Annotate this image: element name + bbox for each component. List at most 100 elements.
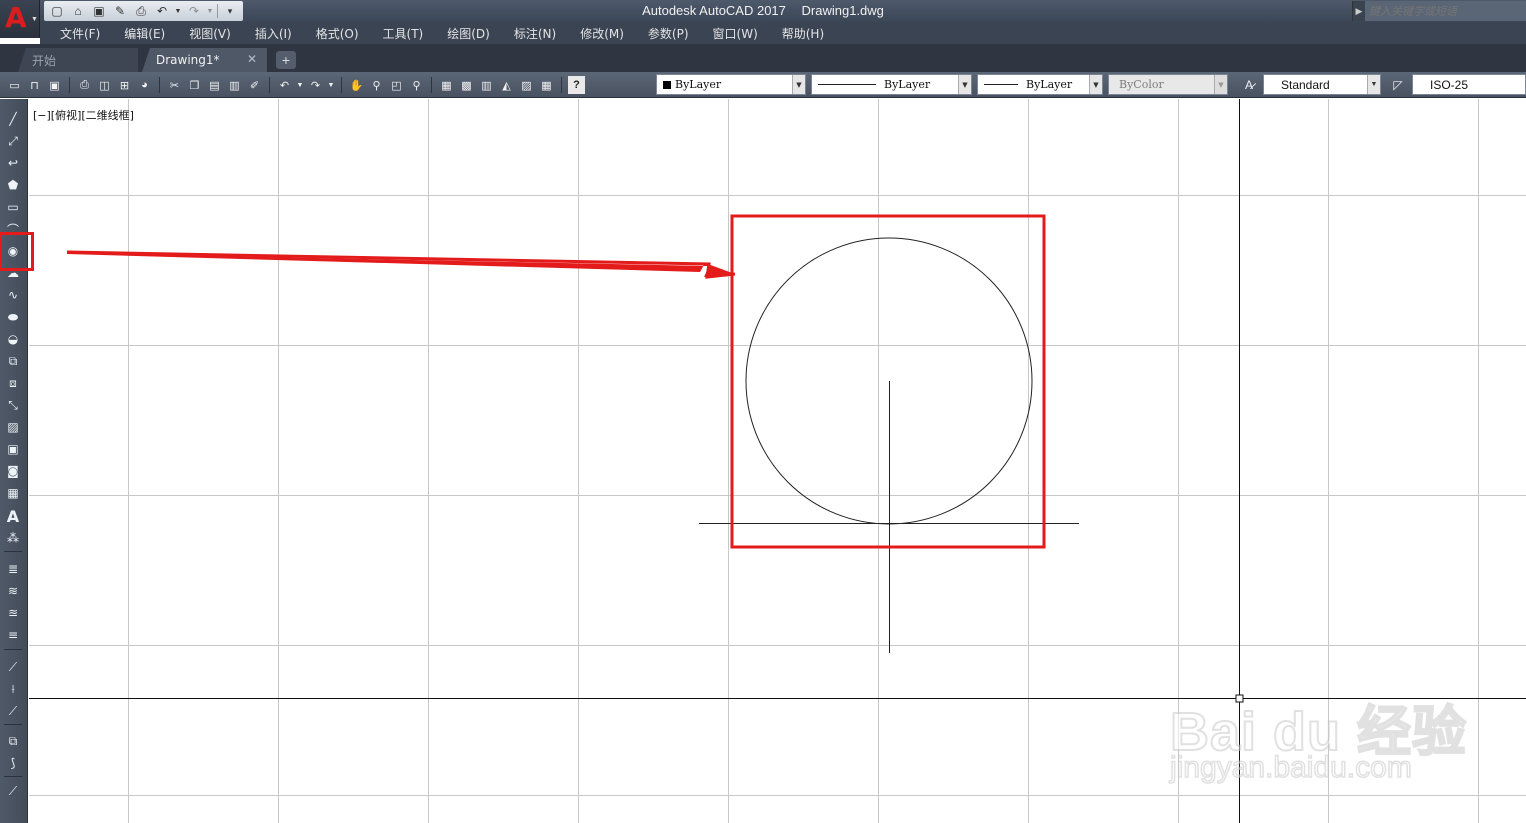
add-selected-icon[interactable]: ⁂ (3, 529, 23, 547)
menu-view[interactable]: 视图(V) (177, 25, 243, 42)
zoom-window-icon[interactable]: ◰ (388, 76, 405, 94)
cut-icon[interactable]: ✂ (166, 76, 183, 94)
zoom-previous-icon[interactable]: ⚲ (408, 76, 425, 94)
color-control-dropdown[interactable]: ByLayer ▼ (656, 74, 806, 95)
group-tool-icon[interactable]: ⧉ (3, 732, 23, 750)
tab-start[interactable]: 开始 (18, 48, 138, 72)
open-icon[interactable]: ⊓ (26, 76, 43, 94)
draw-modify-toolbar: ╱ ⤢ ↩ ⬟ ▭ ⌒ ◉ ☁ ∿ ⬬ ◒ ⧉ ⧈ ⤡ ▨ ▣ ◙ ▦ A ⁂ … (0, 99, 28, 823)
open-file-icon[interactable]: ⌂ (69, 3, 87, 19)
close-tab-icon[interactable]: ✕ (247, 52, 257, 66)
ellipse-tool-icon[interactable]: ⬬ (3, 308, 23, 326)
viewport-controls-label[interactable]: [−][俯视][二维线框] (33, 107, 134, 123)
line-tool-icon[interactable]: ╱ (3, 110, 23, 128)
menu-draw[interactable]: 绘图(D) (435, 25, 502, 42)
copy-icon[interactable]: ❐ (186, 76, 203, 94)
region-tool-icon[interactable]: ◙ (3, 462, 23, 480)
plot-toolbar-icon[interactable]: ⎙ (76, 76, 93, 94)
plotstyle-control-dropdown[interactable]: ByColor ▼ (1108, 74, 1228, 95)
dim-arc-icon[interactable]: ⟋ (3, 702, 23, 720)
ucs-axes (29, 99, 1526, 823)
lineweight-control-dropdown[interactable]: ByLayer ▼ (977, 74, 1103, 95)
redo-dropdown-icon[interactable]: ▼ (206, 3, 214, 19)
toolbar-separator (69, 77, 70, 93)
qnew-icon[interactable]: ▭ (6, 76, 23, 94)
menu-edit[interactable]: 编辑(E) (112, 25, 177, 42)
chevron-down-icon: ▼ (1214, 75, 1227, 94)
menu-help[interactable]: 帮助(H) (770, 25, 836, 42)
tool-palettes-icon[interactable]: ▥ (478, 76, 495, 94)
dimension-style-dropdown[interactable]: ISO-25 (1412, 74, 1526, 95)
calculator-icon[interactable]: ▦ (538, 76, 555, 94)
menu-format[interactable]: 格式(O) (304, 25, 371, 42)
linetype-control-dropdown[interactable]: ByLayer ▼ (811, 74, 972, 95)
match-properties-icon[interactable]: ✐ (246, 76, 263, 94)
new-tab-button[interactable]: + (276, 51, 296, 69)
text-style-icon[interactable]: A̷ (1238, 74, 1260, 95)
save-icon[interactable]: ▣ (90, 3, 108, 19)
redo-toolbar-icon[interactable]: ↷ (307, 76, 324, 94)
application-menu-button[interactable]: A ▼ (0, 0, 40, 38)
multiline-text-icon[interactable]: A (3, 507, 23, 526)
layer-properties-icon[interactable]: ≣ (3, 560, 23, 578)
save-as-icon[interactable]: ✎ (111, 3, 129, 19)
point-tool-icon[interactable]: ⤡ (3, 396, 23, 414)
table-tool-icon[interactable]: ▦ (3, 484, 23, 502)
undo-dropdown-icon[interactable]: ▼ (174, 3, 182, 19)
spline-tool-icon[interactable]: ∿ (3, 286, 23, 304)
standard-toolbar: ▭ ⊓ ▣ ⎙ ◫ ⊞ ◕ ✂ ❐ ▤ ▥ ✐ ↶ ▼ ↷ ▼ ✋ ⚲ ◰ ⚲ … (0, 72, 1526, 98)
paste-icon[interactable]: ▤ (206, 76, 223, 94)
markup-icon[interactable]: ▨ (518, 76, 535, 94)
measure-tool-icon[interactable]: ⟋ (3, 782, 23, 800)
layer-previous-icon[interactable]: ≊ (3, 604, 23, 622)
menu-file[interactable]: 文件(F) (48, 25, 112, 42)
polyline-tool-icon[interactable]: ↩ (3, 154, 23, 172)
search-input[interactable] (1365, 4, 1515, 18)
help-icon[interactable]: ? (568, 76, 585, 94)
3d-print-icon[interactable]: ◕ (136, 76, 153, 94)
menu-parametric[interactable]: 参数(P) (636, 25, 701, 42)
menu-tools[interactable]: 工具(T) (371, 25, 436, 42)
properties-icon[interactable]: ▦ (438, 76, 455, 94)
customize-qa-icon[interactable]: ▾ (221, 3, 239, 19)
rectangle-tool-icon[interactable]: ▭ (3, 198, 23, 216)
undo-toolbar-icon[interactable]: ↶ (276, 76, 293, 94)
make-block-icon[interactable]: ⧈ (3, 374, 23, 392)
hatch-tool-icon[interactable]: ▨ (3, 418, 23, 436)
redo-icon[interactable]: ↷ (185, 3, 203, 19)
menu-modify[interactable]: 修改(M) (568, 25, 636, 42)
gradient-tool-icon[interactable]: ▣ (3, 440, 23, 458)
insert-block-icon[interactable]: ⧉ (3, 352, 23, 370)
design-center-icon[interactable]: ▩ (458, 76, 475, 94)
redo-toolbar-dropdown-icon[interactable]: ▼ (327, 76, 335, 94)
layer-state-icon[interactable]: ≋ (3, 582, 23, 600)
sheet-set-icon[interactable]: ◭ (498, 76, 515, 94)
dimension-style-icon[interactable]: ◸ (1387, 74, 1409, 95)
drawing-canvas[interactable]: [−][俯视][二维线框] (29, 99, 1526, 823)
menu-dimension[interactable]: 标注(N) (502, 25, 568, 42)
paste-special-icon[interactable]: ▥ (226, 76, 243, 94)
polygon-tool-icon[interactable]: ⬟ (3, 176, 23, 194)
dim-aligned-icon[interactable]: ⟊ (3, 680, 23, 698)
zoom-realtime-icon[interactable]: ⚲ (368, 76, 385, 94)
undo-icon[interactable]: ↶ (153, 3, 171, 19)
construction-line-icon[interactable]: ⤢ (3, 132, 23, 150)
plot-preview-icon[interactable]: ◫ (96, 76, 113, 94)
layer-isolate-icon[interactable]: ≡ (3, 626, 23, 644)
tab-drawing1[interactable]: Drawing1* ✕ (142, 48, 267, 72)
plot-icon[interactable]: ⎙ (132, 3, 150, 19)
search-expand-icon[interactable]: ▶ (1353, 1, 1365, 21)
publish-icon[interactable]: ⊞ (116, 76, 133, 94)
ellipse-arc-icon[interactable]: ◒ (3, 330, 23, 348)
ungroup-tool-icon[interactable]: ⟆ (3, 754, 23, 772)
chevron-down-icon: ▼ (958, 75, 971, 94)
dim-linear-icon[interactable]: ⟋ (3, 658, 23, 676)
menu-insert[interactable]: 插入(I) (243, 25, 304, 42)
pan-icon[interactable]: ✋ (348, 76, 365, 94)
undo-toolbar-dropdown-icon[interactable]: ▼ (296, 76, 304, 94)
text-style-dropdown[interactable]: Standard ▼ (1263, 74, 1381, 95)
save-toolbar-icon[interactable]: ▣ (46, 76, 63, 94)
new-file-icon[interactable]: ▢ (48, 3, 66, 19)
model-space (29, 99, 1526, 823)
menu-window[interactable]: 窗口(W) (701, 25, 770, 42)
